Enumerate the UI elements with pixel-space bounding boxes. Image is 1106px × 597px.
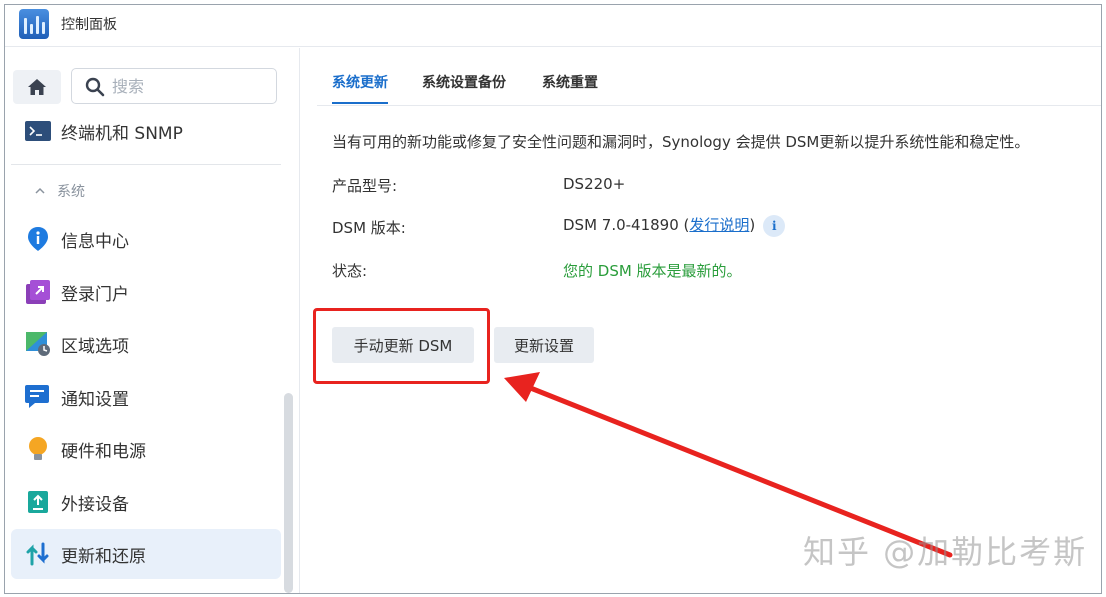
sidebar-item-terminal-snmp[interactable]: 终端机和 SNMP — [11, 106, 281, 156]
login-portal-icon — [25, 279, 51, 305]
section-header-system[interactable]: 系统 — [35, 181, 85, 201]
sidebar-item-label: 登录门户 — [61, 284, 129, 305]
update-restore-icon — [25, 541, 51, 567]
dsm-version-label: DSM 版本: — [332, 219, 406, 237]
sidebar-scrollbar[interactable] — [284, 393, 293, 593]
release-notes-link[interactable]: 发行说明 — [689, 216, 749, 234]
sidebar-item-label: 区域选项 — [61, 336, 129, 357]
control-panel-window: 控制面板 终端机和 SNMP 系统 信息中心 — [4, 4, 1102, 594]
status-label: 状态: — [332, 262, 368, 280]
manual-update-dsm-button[interactable]: 手动更新 DSM — [332, 327, 474, 363]
control-panel-app-icon — [19, 9, 49, 39]
tab-system-reset[interactable]: 系统重置 — [542, 72, 598, 92]
tab-config-backup[interactable]: 系统设置备份 — [422, 72, 506, 92]
update-settings-button[interactable]: 更新设置 — [494, 327, 594, 363]
status-value: 您的 DSM 版本是最新的。 — [563, 262, 742, 280]
notification-icon — [25, 384, 51, 410]
home-icon — [28, 79, 46, 95]
sidebar-item-regional-options[interactable]: 区域选项 — [11, 319, 281, 369]
search-box[interactable] — [71, 68, 277, 104]
chevron-up-icon — [35, 187, 45, 194]
sidebar-item-label: 终端机和 SNMP — [61, 123, 183, 144]
model-value: DS220+ — [563, 175, 626, 193]
watermark-text: 知乎 @加勒比考斯 — [803, 533, 1088, 571]
tab-bar: 系统更新 系统设置备份 系统重置 — [317, 48, 1101, 106]
sidebar-item-notification[interactable]: 通知设置 — [11, 372, 281, 422]
sidebar-item-hardware-power[interactable]: 硬件和电源 — [11, 424, 281, 474]
sidebar-item-label: 通知设置 — [61, 389, 129, 410]
search-input[interactable] — [112, 75, 262, 97]
terminal-icon — [25, 118, 51, 144]
main-content: 系统更新 系统设置备份 系统重置 当有可用的新功能或修复了安全性问题和漏洞时，S… — [301, 48, 1101, 593]
window-title: 控制面板 — [61, 17, 117, 33]
dsm-version-value: DSM 7.0-41890 (发行说明) i — [563, 214, 786, 237]
search-icon — [85, 77, 105, 97]
model-label: 产品型号: — [332, 177, 398, 195]
region-map-icon — [25, 331, 51, 357]
info-pin-icon — [25, 226, 51, 252]
info-icon[interactable]: i — [763, 214, 786, 237]
sidebar-divider — [11, 164, 281, 165]
sidebar-item-login-portal[interactable]: 登录门户 — [11, 267, 281, 317]
sidebar-item-label: 更新和还原 — [61, 546, 146, 567]
home-button[interactable] — [13, 70, 61, 104]
tab-system-update[interactable]: 系统更新 — [332, 72, 388, 104]
external-device-icon — [25, 489, 51, 515]
title-bar: 控制面板 — [5, 5, 1101, 47]
dsm-version-suffix: ) — [749, 216, 756, 234]
sidebar-item-info-center[interactable]: 信息中心 — [11, 214, 281, 264]
sidebar: 终端机和 SNMP 系统 信息中心 登录门户 区域选项 — [5, 48, 300, 593]
sidebar-item-update-restore[interactable]: 更新和还原 — [11, 529, 281, 579]
sidebar-item-label: 硬件和电源 — [61, 441, 146, 462]
section-header-label: 系统 — [57, 184, 85, 200]
bulb-icon — [25, 436, 51, 462]
sidebar-item-label: 信息中心 — [61, 231, 129, 252]
sidebar-item-external-devices[interactable]: 外接设备 — [11, 477, 281, 527]
update-description: 当有可用的新功能或修复了安全性问题和漏洞时，Synology 会提供 DSM更新… — [332, 133, 1030, 151]
sidebar-item-label: 外接设备 — [61, 494, 129, 515]
dsm-version-text: DSM 7.0-41890 ( — [563, 216, 690, 234]
